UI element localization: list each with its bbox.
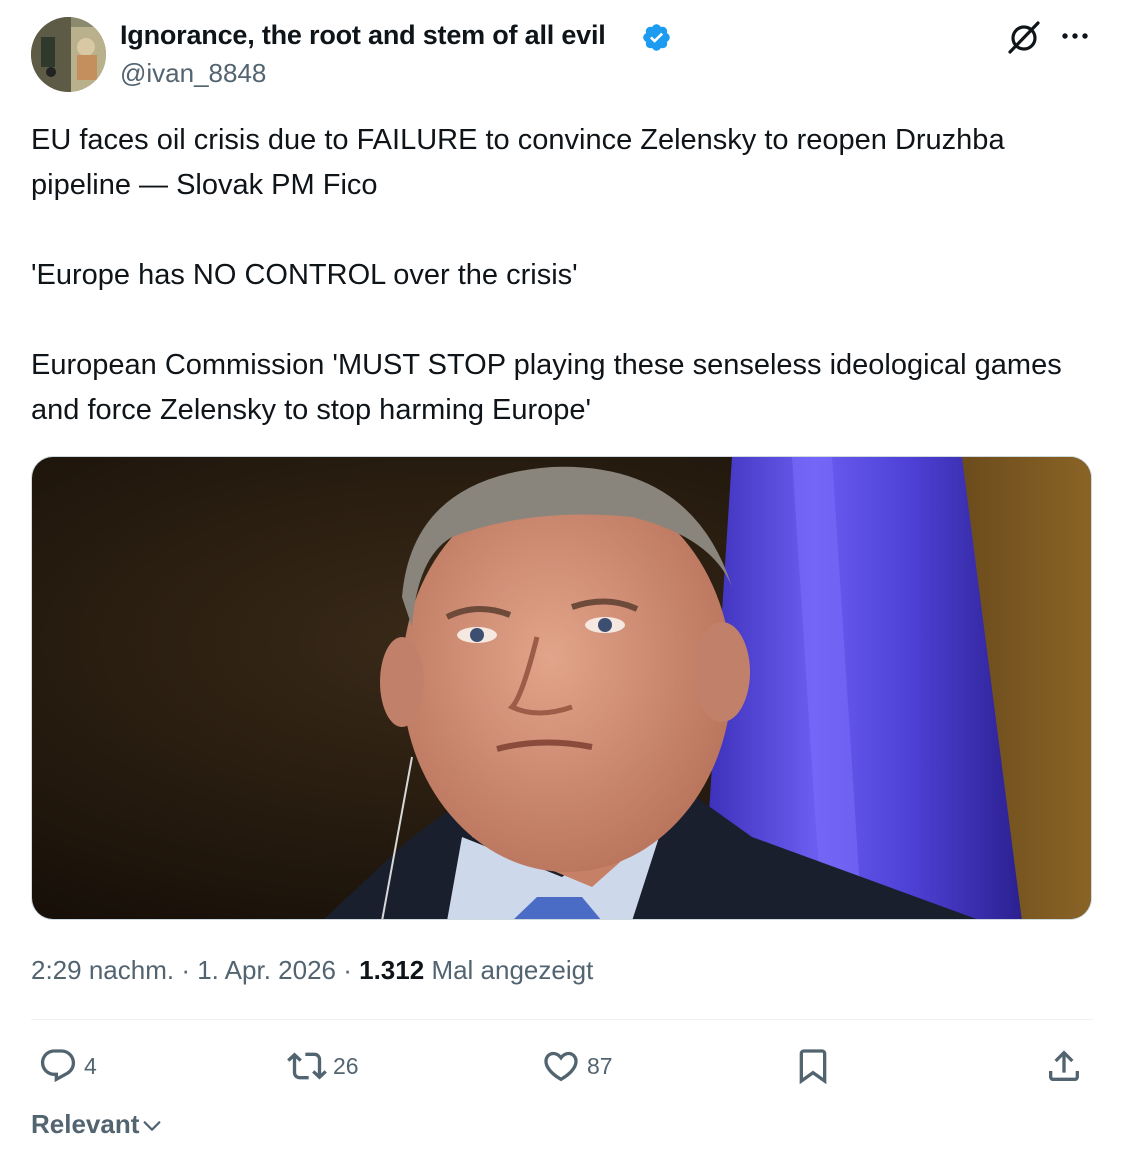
tweet-text: EU faces oil crisis due to FAILURE to co… xyxy=(31,118,1093,433)
reply-icon xyxy=(40,1049,76,1083)
like-count: 87 xyxy=(587,1052,613,1079)
tweet-date: 1. Apr. 2026 xyxy=(197,955,336,985)
like-icon xyxy=(544,1051,578,1082)
tweet-time-link[interactable]: 2:29 nachm. · 1. Apr. 2026 xyxy=(31,955,336,985)
repost-count: 26 xyxy=(333,1052,359,1079)
tweet-paragraph: EU faces oil crisis due to FAILURE to co… xyxy=(31,124,1005,201)
bookmark-icon xyxy=(799,1049,827,1085)
avatar[interactable] xyxy=(31,17,106,92)
reply-count: 4 xyxy=(84,1052,97,1079)
divider xyxy=(31,1019,1093,1020)
sort-dropdown[interactable]: Relevant xyxy=(31,1106,163,1142)
verified-badge-icon xyxy=(641,22,672,53)
tweet-time: 2:29 nachm. xyxy=(31,955,175,985)
tweet-paragraph: 'Europe has NO CONTROL over the crisis' xyxy=(31,259,578,291)
views-count: 1.312 xyxy=(359,955,425,985)
author-handle[interactable]: @ivan_8848 xyxy=(120,57,266,89)
tweet-photo[interactable] xyxy=(31,456,1092,920)
tweet-paragraph: European Commission 'MUST STOP playing t… xyxy=(31,349,1062,426)
views-label: Mal angezeigt xyxy=(431,955,594,985)
share-icon xyxy=(1049,1050,1079,1081)
repost-icon xyxy=(287,1052,327,1080)
tweet-meta: 2:29 nachm. · 1. Apr. 2026 · 1.312 Mal a… xyxy=(31,953,593,987)
like-button[interactable]: 87 xyxy=(541,1042,613,1090)
meta-separator: · xyxy=(343,955,360,985)
more-icon[interactable] xyxy=(1058,18,1092,54)
sort-label: Relevant xyxy=(31,1109,140,1139)
author-display-name[interactable]: Ignorance, the root and stem of all evil xyxy=(120,18,606,52)
reply-button[interactable]: 4 xyxy=(38,1042,97,1090)
grok-icon[interactable] xyxy=(1005,18,1043,56)
chevron-down-icon xyxy=(143,1121,161,1131)
bookmark-button[interactable] xyxy=(793,1042,833,1090)
share-button[interactable] xyxy=(1044,1042,1084,1090)
repost-button[interactable]: 26 xyxy=(287,1042,359,1090)
